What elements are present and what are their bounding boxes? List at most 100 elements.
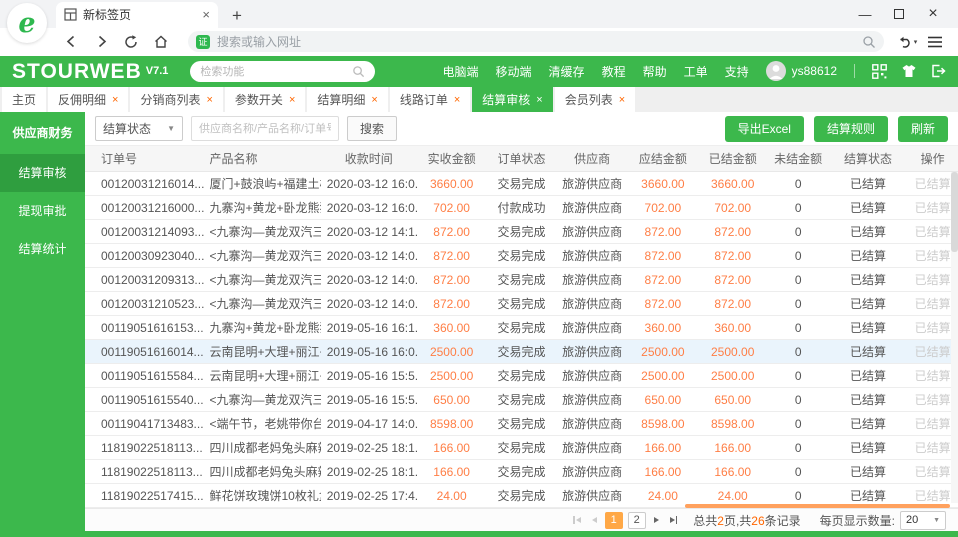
export-excel-button[interactable]: 导出Excel xyxy=(724,115,804,142)
cell-product: 九寨沟+黄龙+卧龙熊猫谷+都... xyxy=(209,321,320,335)
vertical-scrollbar[interactable] xyxy=(951,172,958,503)
logout-icon[interactable] xyxy=(931,64,946,78)
tab-close-icon[interactable]: × xyxy=(289,94,295,106)
cell-settle-status: 已结算 xyxy=(849,465,886,479)
table-row[interactable]: 00120031209313... <九寨沟—黄龙双汽三日游>... 2020-… xyxy=(85,268,958,292)
settle-status-select[interactable]: 结算状态 ▼ xyxy=(95,116,183,141)
last-page-icon[interactable] xyxy=(667,512,681,528)
tab-close-icon[interactable]: × xyxy=(202,7,210,22)
next-page-icon[interactable] xyxy=(651,512,662,528)
page-tab-label: 主页 xyxy=(12,93,37,108)
tab-close-icon[interactable]: × xyxy=(112,94,118,106)
table-row[interactable]: 00120031216000... 九寨沟+黄龙+卧龙熊猫谷+都... 2020… xyxy=(85,196,958,220)
table-row[interactable]: 00120031210523... <九寨沟—黄龙双汽三日游>... 2020-… xyxy=(85,292,958,316)
shirt-icon[interactable] xyxy=(901,64,917,78)
header-nav-item[interactable]: 移动端 xyxy=(496,63,532,80)
header-nav-item[interactable]: 帮助 xyxy=(643,63,667,80)
sidebar-item[interactable]: 提现审批 xyxy=(0,192,85,230)
tab-close-icon[interactable]: × xyxy=(371,94,377,106)
address-input[interactable]: 证 搜索或输入网址 xyxy=(188,31,884,53)
first-page-icon[interactable] xyxy=(570,512,584,528)
cell-payable: 872.00 xyxy=(644,248,682,263)
cell-supplier: 旅游供应商 xyxy=(562,273,623,287)
total-pages: 2 xyxy=(717,513,724,528)
cell-payable: 24.00 xyxy=(647,488,678,503)
cell-time: 2019-02-25 17:4... xyxy=(326,488,417,503)
sidebar-item[interactable]: 结算统计 xyxy=(0,230,85,268)
header-nav-item[interactable]: 电脑端 xyxy=(443,63,479,80)
page-tab[interactable]: 线路订单 × xyxy=(389,87,471,112)
browser-tab[interactable]: 新标签页 × xyxy=(56,1,218,28)
cell-settle-status: 已结算 xyxy=(849,321,886,335)
cell-settle-status: 已结算 xyxy=(849,177,886,191)
search-button[interactable]: 搜索 xyxy=(347,116,398,141)
address-bar: 证 搜索或输入网址 ▾ xyxy=(0,27,958,56)
header-nav-item[interactable]: 支持 xyxy=(725,63,749,80)
back-icon[interactable] xyxy=(58,31,84,53)
home-icon[interactable] xyxy=(148,31,174,53)
close-window-button[interactable]: × xyxy=(916,0,950,28)
cell-time: 2020-03-12 14:1... xyxy=(326,224,417,239)
table-row[interactable]: 11819022518113... 四川成都老妈兔头麻辣兔腿自... 2019-… xyxy=(85,436,958,460)
refresh-button[interactable]: 刷新 xyxy=(897,115,948,142)
page-tab[interactable]: 主页 × xyxy=(2,87,47,112)
cell-settled: 2500.00 xyxy=(711,344,755,359)
page-tab[interactable]: 分销商列表 × xyxy=(130,87,223,112)
cell-time: 2019-05-16 16:1... xyxy=(326,320,417,335)
prev-page-icon[interactable] xyxy=(589,512,600,528)
minimize-button[interactable]: — xyxy=(848,0,882,28)
function-search-input[interactable]: 检索功能 xyxy=(190,60,376,82)
settle-rules-button[interactable]: 结算规则 xyxy=(813,115,888,142)
scrollbar-thumb[interactable] xyxy=(951,172,958,252)
table-row[interactable]: 00119051616014... 云南昆明+大理+丽江+洱海+... 2019… xyxy=(85,340,958,364)
cell-product: <九寨沟—黄龙双汽三日游>... xyxy=(209,225,321,239)
cell-unsettled: 0 xyxy=(794,272,802,287)
qr-code-icon[interactable] xyxy=(872,63,887,79)
undo-icon[interactable]: ▾ xyxy=(894,31,920,53)
table-row[interactable]: 00120030923040... <九寨沟—黄龙双汽三日游>... 2020-… xyxy=(85,244,958,268)
table-row[interactable]: 11819022518113... 四川成都老妈兔头麻辣兔腿自... 2019-… xyxy=(85,460,958,484)
maximize-button[interactable] xyxy=(882,0,916,28)
page-number-button[interactable]: 1 xyxy=(604,511,623,529)
tab-close-icon[interactable]: × xyxy=(206,94,212,106)
table-row[interactable]: 00120031216014... 厦门+鼓浪屿+福建土楼5日4... 2020… xyxy=(85,172,958,196)
sidebar-item[interactable]: 结算审核 xyxy=(0,154,85,192)
page-tab[interactable]: 反佣明细 × xyxy=(48,87,129,112)
chevron-down-icon: ▼ xyxy=(167,124,175,133)
cell-amount: 2500.00 xyxy=(429,368,474,383)
cell-time: 2019-02-25 18:1... xyxy=(326,440,417,455)
menu-icon[interactable] xyxy=(922,31,948,53)
page-tab[interactable]: 结算审核 × xyxy=(472,87,553,112)
column-header: 已结金额 xyxy=(708,152,757,166)
cell-supplier: 旅游供应商 xyxy=(562,393,623,407)
cell-settled: 166.00 xyxy=(714,440,752,455)
horizontal-scrollbar-thumb[interactable] xyxy=(685,504,950,508)
page-tab[interactable]: 结算明细 × xyxy=(307,87,388,112)
keyword-search-input[interactable] xyxy=(191,116,339,141)
table-row[interactable]: 00119051615584... 云南昆明+大理+丽江+洱海+... 2019… xyxy=(85,364,958,388)
tab-close-icon[interactable]: × xyxy=(536,94,542,106)
user-menu[interactable]: ys88612 xyxy=(765,61,837,82)
forward-icon[interactable] xyxy=(88,31,114,53)
table-row[interactable]: 00120031214093... <九寨沟—黄龙双汽三日游>... 2020-… xyxy=(85,220,958,244)
table-row[interactable]: 00119051615540... <九寨沟—黄龙双汽三日游>... 2019-… xyxy=(85,388,958,412)
page-number-button[interactable]: 2 xyxy=(627,511,646,529)
browser-logo-icon[interactable]: e xyxy=(7,3,47,43)
cell-settled: 360.00 xyxy=(714,320,752,335)
header-nav-item[interactable]: 教程 xyxy=(602,63,626,80)
page-tab[interactable]: 会员列表 × xyxy=(554,87,636,112)
table-row[interactable]: 00119051616153... 九寨沟+黄龙+卧龙熊猫谷+都... 2019… xyxy=(85,316,958,340)
per-page-select[interactable]: 20 ▼ xyxy=(900,510,946,530)
tab-close-icon[interactable]: × xyxy=(454,94,460,106)
tab-close-icon[interactable]: × xyxy=(619,94,625,106)
cell-product: 云南昆明+大理+丽江+洱海+... xyxy=(209,369,320,383)
header-nav-item[interactable]: 清缓存 xyxy=(549,63,585,80)
cell-time: 2020-03-12 16:0... xyxy=(326,200,417,215)
page-tab[interactable]: 参数开关 × xyxy=(224,87,306,112)
reload-icon[interactable] xyxy=(118,31,144,53)
table-row[interactable]: 00119041713483... <端午节，老姚带你台湾新体... 2019-… xyxy=(85,412,958,436)
cell-payable: 360.00 xyxy=(644,320,682,335)
page-tab-label: 结算审核 xyxy=(482,93,531,108)
new-tab-button[interactable]: + xyxy=(232,7,242,24)
header-nav-item[interactable]: 工单 xyxy=(684,63,708,80)
